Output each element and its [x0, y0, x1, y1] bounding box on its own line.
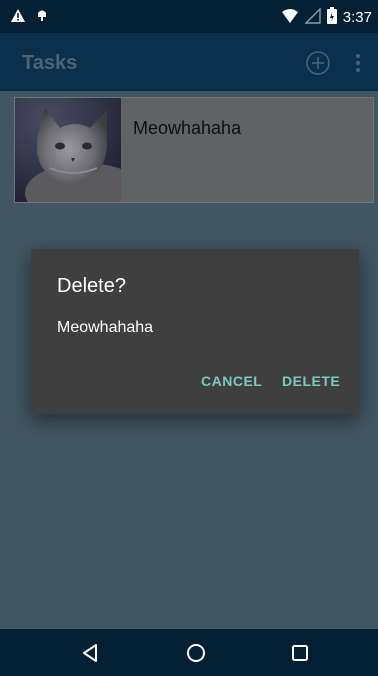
cancel-button[interactable]: CANCEL: [201, 373, 262, 389]
status-time: 3:37: [342, 8, 372, 26]
back-icon: [83, 644, 97, 662]
page-title: Tasks: [22, 52, 78, 74]
recents-icon: [292, 645, 308, 661]
app-bar: Tasks: [0, 33, 378, 91]
cat-photo: [15, 98, 121, 202]
delete-button[interactable]: DELETE: [282, 373, 340, 389]
system-nav-bar: [0, 629, 378, 676]
wifi-icon: [281, 8, 299, 28]
add-circle-icon: [306, 51, 330, 75]
task-title: Meowhahaha: [133, 118, 242, 138]
list-item[interactable]: Meowhahaha: [14, 97, 374, 203]
overflow-menu-button[interactable]: [350, 50, 366, 76]
add-task-button[interactable]: [305, 50, 331, 76]
dialog-title: Delete?: [57, 275, 126, 297]
cell-signal-icon: [304, 6, 321, 28]
dialog-message: Meowhahaha: [57, 319, 154, 336]
delete-dialog: Delete? Meowhahaha CANCEL DELETE: [31, 249, 359, 414]
warning-icon: [10, 8, 26, 27]
home-icon: [187, 644, 205, 662]
back-button[interactable]: [78, 641, 102, 665]
overflow-menu-icon: [356, 54, 360, 72]
home-button[interactable]: [184, 641, 208, 665]
battery-icon: [326, 7, 337, 28]
status-bar: 3:37: [0, 0, 378, 33]
recents-button[interactable]: [288, 641, 312, 665]
android-debug-icon: [36, 7, 48, 27]
